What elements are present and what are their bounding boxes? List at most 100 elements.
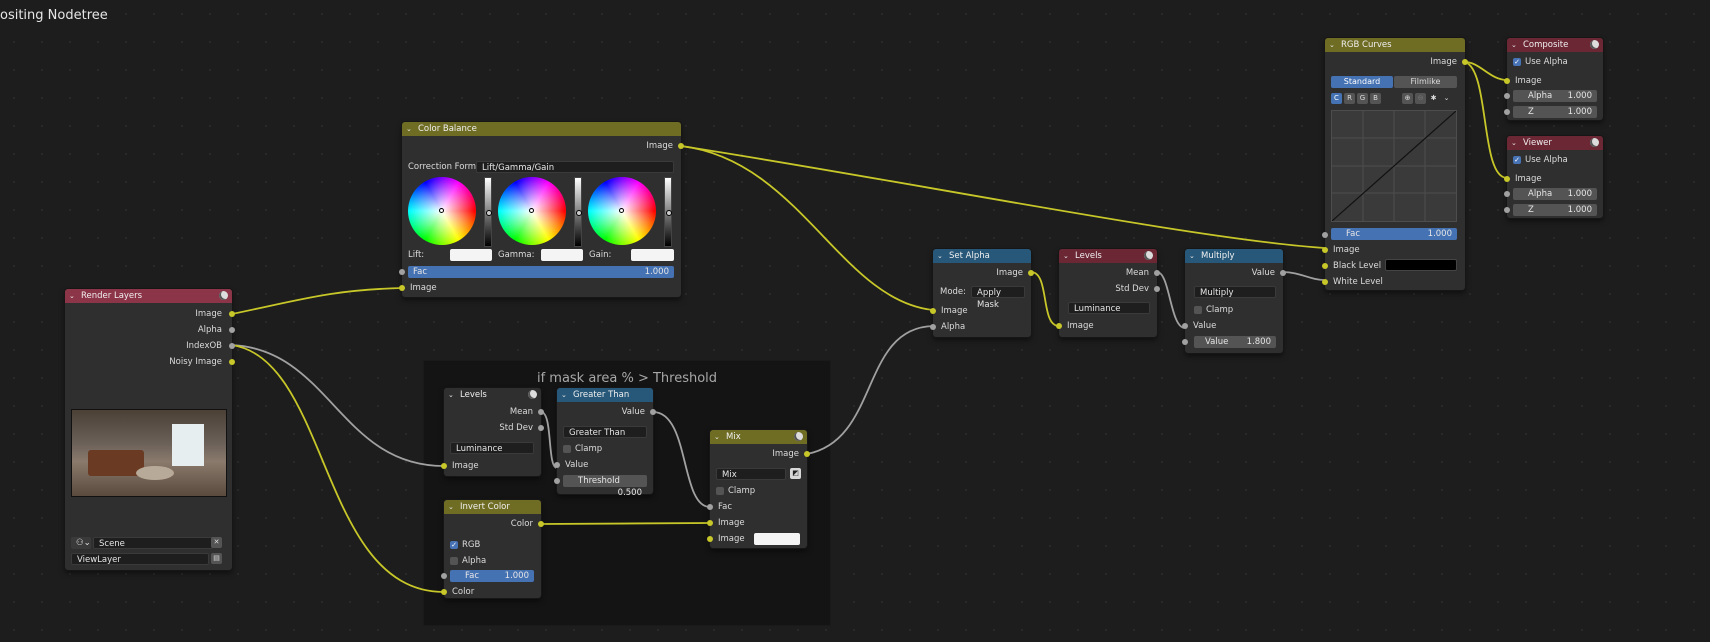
set-alpha-header[interactable]: ⌄ Set Alpha [933,249,1031,263]
socket-image-out[interactable] [1028,270,1034,276]
collapse-chevron-icon[interactable]: ⌄ [1511,41,1519,49]
lift-wheel-cursor[interactable] [439,208,444,213]
viewlayer-select[interactable]: ViewLayer [71,553,209,565]
collapse-chevron-icon[interactable]: ⌄ [714,433,722,441]
channel-r[interactable]: R [1344,93,1355,104]
gamma-swatch[interactable] [541,249,583,261]
gain-swatch[interactable] [631,249,674,261]
viewer-node[interactable]: ⌄ Viewer ✓ Use Alpha Image Alpha 1.000 Z … [1504,136,1603,218]
z-field[interactable]: Z 1.000 [1513,204,1597,216]
tools-icon[interactable]: ✱ [1428,93,1439,104]
socket-alpha-out[interactable] [229,327,235,333]
use-alpha-icon[interactable]: ◩ [790,468,801,479]
gamma-color-wheel[interactable] [498,177,566,245]
lift-slider-cursor[interactable] [486,210,492,216]
socket-image-out[interactable] [804,451,810,457]
zoom-in-icon[interactable]: ⊕ [1402,93,1413,104]
lift-color-wheel[interactable] [408,177,476,245]
tab-standard[interactable]: Standard [1331,76,1393,88]
viewlayer-icon[interactable]: ▤ [211,553,222,564]
socket-value-out[interactable] [650,409,656,415]
operation-select[interactable]: Greater Than [563,426,647,438]
gain-color-wheel[interactable] [588,177,656,245]
mix-header[interactable]: ⌄ Mix [710,430,807,444]
fac-slider[interactable]: Fac 1.000 [1331,228,1457,240]
channel-g[interactable]: G [1357,93,1368,104]
color-balance-header[interactable]: ⌄ Color Balance [402,122,681,136]
levels-node-frame[interactable]: ⌄ Levels Mean Std Dev Luminance Image [441,388,544,476]
multiply-header[interactable]: ⌄ Multiply [1185,249,1283,263]
blend-mode-select[interactable]: Mix [716,468,786,480]
socket-indexob-out[interactable] [229,343,235,349]
alpha-field[interactable]: Alpha 1.000 [1513,188,1597,200]
clamp-checkbox[interactable] [563,445,571,453]
socket-image-in[interactable] [1322,247,1328,253]
socket-std-out[interactable] [538,425,544,431]
composite-header[interactable]: ⌄ Composite [1507,38,1603,52]
composite-node[interactable]: ⌄ Composite ✓ Use Alpha Image Alpha 1.000… [1504,38,1603,120]
rgb-checkbox[interactable]: ✓ [450,541,458,549]
socket-color-in[interactable] [441,589,447,595]
image2-swatch[interactable] [754,533,800,545]
socket-image-in[interactable] [1504,78,1510,84]
viewer-header[interactable]: ⌄ Viewer [1507,136,1603,150]
socket-fac-in[interactable] [707,504,713,510]
rgb-curves-header[interactable]: ⌄ RGB Curves [1325,38,1465,52]
alpha-checkbox[interactable] [450,557,458,565]
socket-noisy-out[interactable] [229,359,235,365]
socket-z-in[interactable] [1504,109,1510,115]
collapse-chevron-icon[interactable]: ⌄ [448,391,456,399]
socket-black-in[interactable] [1322,263,1328,269]
render-icon[interactable] [794,432,803,441]
socket-fac-in[interactable] [441,573,447,579]
collapse-chevron-icon[interactable]: ⌄ [561,391,569,399]
socket-alpha-in[interactable] [1504,191,1510,197]
levels-node-main[interactable]: ⌄ Levels Mean Std Dev Luminance Image [1056,249,1160,337]
lift-swatch[interactable] [450,249,492,261]
gain-value-slider[interactable] [664,177,672,247]
use-alpha-checkbox[interactable]: ✓ [1513,58,1521,66]
scene-clear-icon[interactable]: ✕ [211,537,222,548]
zoom-out-icon[interactable]: ⊖ [1415,93,1426,104]
socket-std-out[interactable] [1154,286,1160,292]
socket-mean-out[interactable] [538,409,544,415]
render-icon[interactable] [1590,138,1599,147]
collapse-chevron-icon[interactable]: ⌄ [406,125,414,133]
socket-mean-out[interactable] [1154,270,1160,276]
socket-image2-in[interactable] [707,536,713,542]
use-alpha-checkbox[interactable]: ✓ [1513,156,1521,164]
socket-alpha-in[interactable] [1504,93,1510,99]
channel-b[interactable]: B [1370,93,1381,104]
socket-color-out[interactable] [538,521,544,527]
operation-select[interactable]: Multiply [1194,286,1276,298]
socket-value-in[interactable] [554,462,560,468]
render-icon[interactable] [528,390,537,399]
levels-frame-header[interactable]: ⌄ Levels [444,388,541,402]
black-level-swatch[interactable] [1385,259,1457,271]
socket-fac-in[interactable] [1322,232,1328,238]
socket-value-out[interactable] [1280,270,1286,276]
rgb-curves-node[interactable]: ⌄ RGB Curves Image Standard Filmlike C R … [1322,38,1468,290]
render-icon[interactable] [1144,251,1153,260]
collapse-chevron-icon[interactable]: ⌄ [937,252,945,260]
threshold-field[interactable]: Threshold 0.500 [563,475,647,498]
set-alpha-node[interactable]: ⌄ Set Alpha Image Mode: Apply Mask Image … [930,249,1034,337]
socket-threshold-in[interactable] [554,478,560,484]
gamma-slider-cursor[interactable] [576,210,582,216]
render-icon[interactable] [219,291,228,300]
levels-mode-select[interactable]: Luminance [1068,302,1150,314]
alpha-field[interactable]: Alpha 1.000 [1513,90,1597,102]
gamma-value-slider[interactable] [574,177,582,247]
socket-value-in[interactable] [1182,323,1188,329]
collapse-chevron-icon[interactable]: ⌄ [1329,41,1337,49]
collapse-chevron-icon[interactable]: ⌄ [1063,252,1071,260]
socket-white-in[interactable] [1322,279,1328,285]
socket-alpha-in[interactable] [930,324,936,330]
fac-slider[interactable]: Fac 1.000 [450,570,534,582]
collapse-chevron-icon[interactable]: ⌄ [1189,252,1197,260]
socket-image-out[interactable] [678,143,684,149]
render-icon[interactable] [1590,40,1599,49]
levels-main-header[interactable]: ⌄ Levels [1059,249,1157,263]
lift-value-slider[interactable] [484,177,492,247]
greater-than-header[interactable]: ⌄ Greater Than [557,388,653,402]
